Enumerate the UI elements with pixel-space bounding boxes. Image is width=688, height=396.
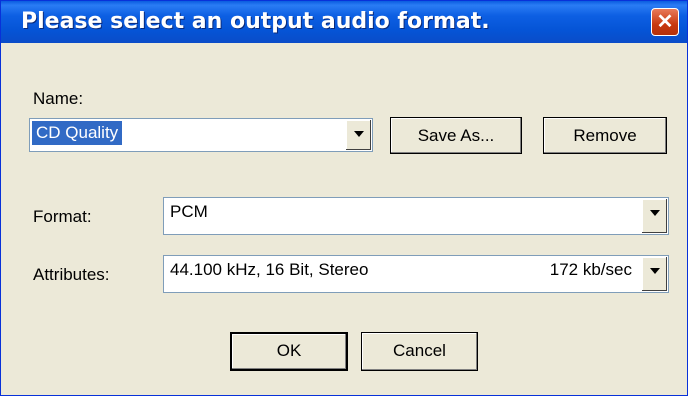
cancel-label: Cancel bbox=[393, 341, 446, 360]
chevron-down-icon bbox=[354, 131, 364, 137]
close-icon: ✕ bbox=[656, 11, 674, 33]
format-dropdown-arrow[interactable] bbox=[641, 199, 667, 233]
chevron-down-icon bbox=[650, 210, 660, 216]
cancel-button[interactable]: Cancel bbox=[361, 332, 478, 371]
name-dropdown[interactable]: CD Quality bbox=[29, 118, 373, 152]
close-button[interactable]: ✕ bbox=[651, 8, 679, 36]
save-as-label: Save As... bbox=[417, 126, 495, 145]
name-value: CD Quality bbox=[32, 121, 123, 145]
attributes-value: 44.100 kHz, 16 Bit, Stereo bbox=[170, 260, 369, 279]
attributes-dropdown-arrow[interactable] bbox=[641, 257, 667, 291]
bitrate-value: 172 kb/sec bbox=[549, 260, 632, 279]
format-label: Format: bbox=[33, 207, 92, 226]
remove-button[interactable]: Remove bbox=[543, 117, 667, 154]
attributes-dropdown[interactable]: 44.100 kHz, 16 Bit, Stereo 172 kb/sec bbox=[163, 255, 669, 293]
save-as-button[interactable]: Save As... bbox=[390, 117, 522, 154]
ok-button[interactable]: OK bbox=[230, 332, 348, 371]
attributes-label: Attributes: bbox=[33, 265, 110, 284]
format-value: PCM bbox=[170, 202, 208, 221]
name-dropdown-arrow[interactable] bbox=[345, 120, 371, 150]
title-bar[interactable]: Please select an output audio format. ✕ bbox=[1, 1, 687, 43]
dialog-title: Please select an output audio format. bbox=[21, 9, 490, 34]
dialog-window: Please select an output audio format. ✕ … bbox=[0, 0, 688, 396]
remove-label: Remove bbox=[573, 126, 637, 145]
ok-label: OK bbox=[276, 341, 302, 360]
name-label: Name: bbox=[33, 89, 84, 108]
format-dropdown[interactable]: PCM bbox=[163, 197, 669, 235]
chevron-down-icon bbox=[650, 268, 660, 274]
